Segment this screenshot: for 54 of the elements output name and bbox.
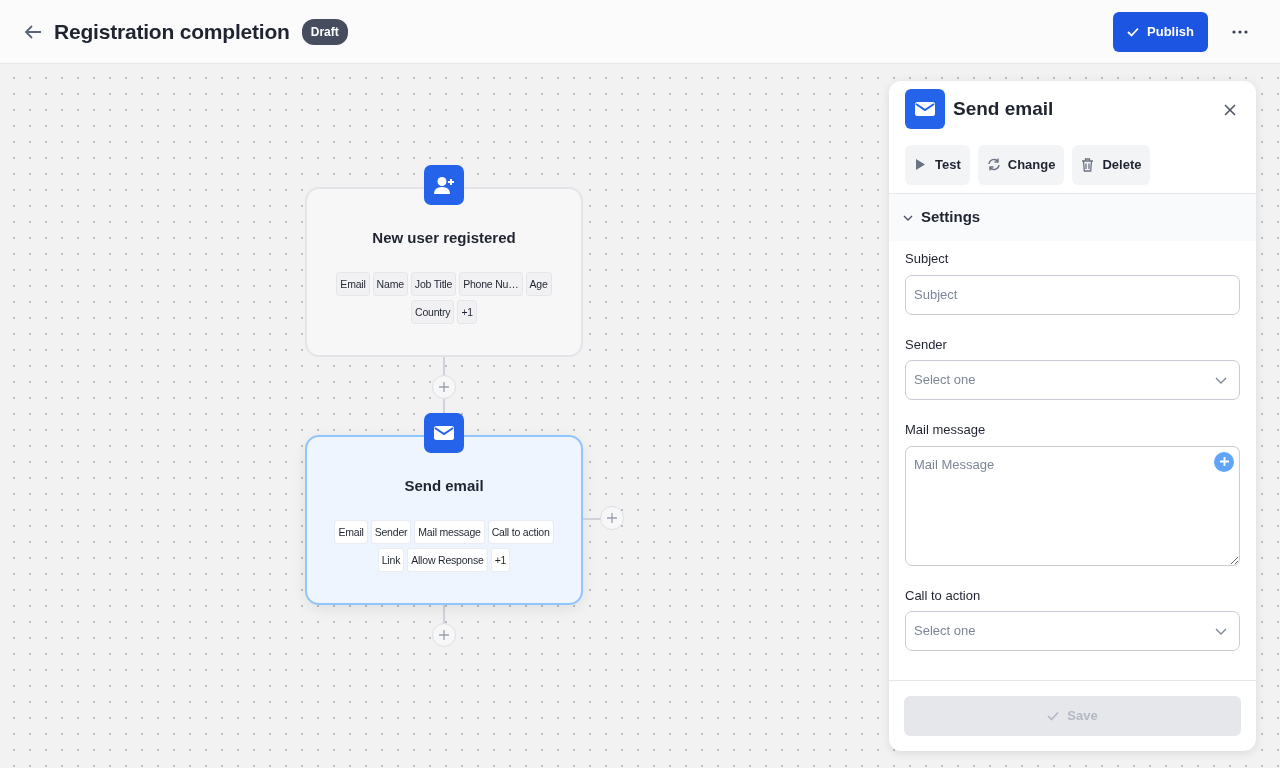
field-tag: Phone Nu… (459, 271, 523, 296)
add-step-button[interactable] (432, 623, 456, 647)
field-label: Subject (905, 250, 950, 268)
plus-icon (439, 630, 449, 640)
plus-icon (1219, 457, 1229, 466)
check-icon (1127, 26, 1140, 37)
field-tag: Email (334, 519, 368, 544)
panel-title: Send email (953, 97, 1054, 121)
field-tag: Allow Response (407, 547, 488, 572)
node-title: New user registered (371, 228, 517, 248)
node-title: Send email (403, 476, 485, 496)
field-tag: +1 (457, 299, 477, 324)
play-icon (914, 158, 927, 172)
check-icon (1047, 711, 1060, 721)
change-button[interactable]: Change (977, 145, 1065, 185)
trash-icon (1081, 158, 1095, 172)
envelope-icon (905, 89, 945, 129)
select-field[interactable]: Select one (905, 360, 1240, 400)
field-tag: Age (525, 271, 552, 296)
page-title: Registration completion (54, 18, 290, 45)
message-field[interactable]: Mail Message (905, 445, 1240, 566)
plus-icon (607, 513, 617, 523)
user-plus-icon (424, 165, 464, 205)
field-label: Mail message (905, 421, 987, 439)
chevron-icon (1215, 376, 1227, 384)
field-label: Sender (905, 335, 948, 354)
flow-node[interactable]: Send email Email Sender Mail message Call to action Link Allow Response +1 (305, 435, 583, 605)
field-label: Call to action (905, 586, 982, 605)
refresh-icon (986, 158, 1000, 172)
status-badge: Draft (301, 18, 348, 45)
back-arrow-icon (24, 25, 42, 40)
field-tag: Link (377, 547, 405, 572)
subject-field[interactable]: Subject (905, 274, 1240, 315)
close-icon (1224, 103, 1236, 116)
plus-icon (439, 382, 449, 392)
add-step-button[interactable] (432, 375, 456, 399)
field-tag: Name (372, 271, 408, 296)
delete-button[interactable]: Delete (1072, 145, 1151, 185)
chevron-icon (1215, 627, 1227, 635)
add-step-button[interactable] (600, 506, 624, 530)
field-tag: Email (336, 271, 370, 296)
select-field[interactable]: Select one (905, 611, 1240, 651)
field-tag: Sender (370, 519, 412, 544)
field-tag: Mail message (414, 519, 485, 544)
test-button[interactable]: Test (905, 145, 970, 185)
envelope-icon (424, 413, 464, 453)
field-tag: Country (411, 299, 455, 324)
field-tag: +1 (490, 547, 511, 572)
field-tag: Job Title (410, 271, 457, 296)
field-tag: Call to action (487, 519, 554, 544)
publish-button[interactable]: Publish (1113, 11, 1208, 52)
flow-node[interactable]: New user registered Email Name Job Title Phone Nu… Age Country +1 (305, 187, 583, 357)
settings-section-toggle[interactable]: Settings (889, 193, 1256, 241)
more-icon (1232, 29, 1248, 34)
